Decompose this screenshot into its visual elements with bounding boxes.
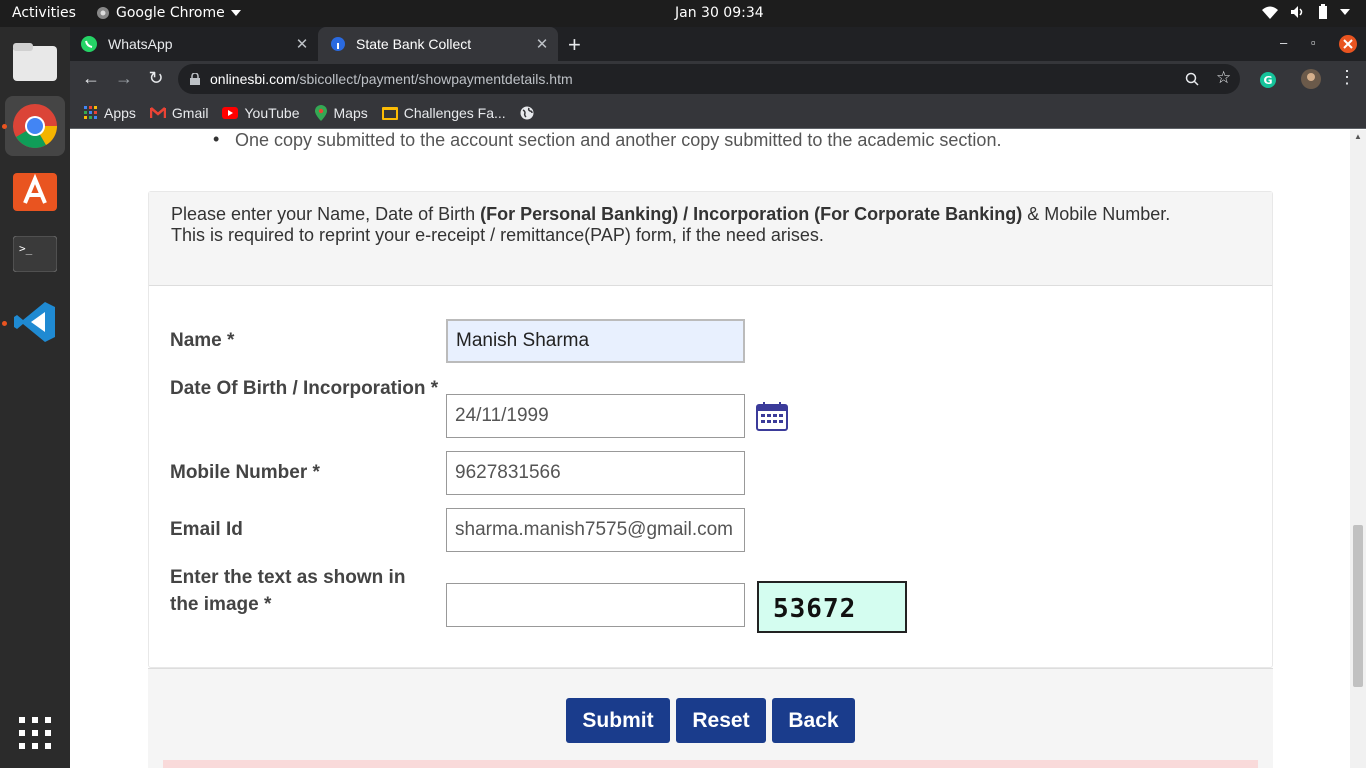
chrome-icon	[13, 104, 57, 148]
svg-text:>_: >_	[19, 242, 33, 255]
apps-grid-icon	[19, 717, 51, 749]
tab-whatsapp[interactable]: WhatsApp ✕	[80, 27, 318, 61]
system-top-bar: Activities Google Chrome Jan 30 09:34	[0, 0, 1366, 27]
battery-icon	[1319, 4, 1327, 19]
vscode-app[interactable]	[5, 292, 65, 352]
maximize-button[interactable]: ▫	[1311, 35, 1316, 50]
name-label: Name *	[170, 330, 235, 351]
minimize-button[interactable]: –	[1280, 35, 1287, 50]
grammarly-icon[interactable]: G	[1259, 71, 1277, 89]
sbi-favicon-icon	[331, 37, 345, 51]
chrome-app[interactable]	[5, 96, 65, 156]
bookmark-globe[interactable]	[520, 106, 534, 120]
page-content: One copy submitted to the account sectio…	[70, 130, 1350, 768]
vscode-icon	[14, 302, 55, 342]
alert-strip	[163, 760, 1258, 768]
tab-title: State Bank Collect	[356, 36, 472, 52]
close-icon[interactable]: ✕	[532, 35, 552, 53]
app-menu-label: Google Chrome	[116, 5, 225, 21]
captcha-input[interactable]	[446, 583, 745, 627]
bookmark-gmail[interactable]: Gmail	[149, 104, 209, 121]
folder-icon	[381, 106, 398, 120]
bookmarks-bar: Apps Gmail YouTube Maps Challenges Fa...	[70, 97, 1366, 129]
maps-icon	[314, 104, 327, 121]
forward-arrow-icon[interactable]: →	[113, 68, 135, 89]
captcha-label: Enter the text as shown in the image *	[170, 567, 406, 615]
star-icon[interactable]: ☆	[1216, 68, 1231, 88]
system-tray[interactable]	[1262, 4, 1350, 20]
submit-button[interactable]: Submit	[566, 698, 670, 743]
apps-grid-icon	[84, 105, 97, 119]
name-input[interactable]	[446, 319, 745, 363]
menu-kebab-icon[interactable]: ⋮	[1338, 67, 1356, 88]
reload-icon[interactable]: ↻	[145, 68, 167, 89]
bookmark-maps[interactable]: Maps	[314, 104, 368, 121]
files-app[interactable]	[5, 32, 65, 92]
terminal-icon: >_	[13, 236, 57, 272]
close-window-button[interactable]	[1338, 34, 1358, 54]
running-indicator	[2, 321, 7, 326]
activities-button[interactable]: Activities	[12, 5, 76, 21]
url-host: onlinesbi.com	[210, 71, 296, 87]
youtube-icon	[222, 106, 239, 119]
new-tab-button[interactable]: +	[568, 32, 581, 58]
scrollbar-thumb[interactable]	[1353, 525, 1363, 687]
captcha-image: 53672	[757, 581, 907, 633]
url-path: /sbicollect/payment/showpaymentdetails.h…	[295, 71, 573, 87]
mobile-label: Mobile Number *	[170, 462, 320, 483]
software-app[interactable]	[5, 160, 65, 220]
intro-bold-text: (For Personal Banking) / Incorporation (…	[480, 204, 1023, 224]
clock[interactable]: Jan 30 09:34	[675, 5, 764, 21]
email-input[interactable]	[446, 508, 745, 552]
lock-icon	[190, 73, 200, 85]
wifi-icon	[1262, 6, 1278, 19]
instruction-bullet: One copy submitted to the account sectio…	[213, 130, 1001, 151]
chevron-down-icon	[230, 10, 241, 16]
address-bar[interactable]: onlinesbi.com/sbicollect/payment/showpay…	[178, 64, 1240, 94]
files-icon	[13, 43, 57, 81]
email-label: Email Id	[170, 519, 243, 540]
back-arrow-icon[interactable]: ←	[80, 68, 102, 89]
close-icon[interactable]: ✕	[292, 35, 312, 53]
bookmark-label: Challenges Fa...	[403, 104, 506, 121]
chevron-down-icon	[1340, 9, 1350, 15]
back-button[interactable]: Back	[772, 698, 855, 743]
app-menu[interactable]: Google Chrome	[96, 5, 241, 21]
bookmark-label: YouTube	[244, 104, 300, 121]
bookmark-challenges[interactable]: Challenges Fa...	[381, 104, 506, 121]
volume-icon	[1291, 6, 1303, 18]
globe-icon	[520, 106, 534, 119]
tab-state-bank-collect[interactable]: State Bank Collect ✕	[318, 27, 558, 61]
dob-input[interactable]	[446, 394, 745, 438]
bookmark-label: Maps	[333, 104, 368, 121]
browser-toolbar: ← → ↻ onlinesbi.com/sbicollect/payment/s…	[70, 61, 1366, 97]
intro-note: This is required to reprint your e-recei…	[171, 225, 824, 245]
show-applications[interactable]	[5, 703, 65, 763]
reset-button[interactable]: Reset	[676, 698, 766, 743]
panel-header: Please enter your Name, Date of Birth (F…	[149, 192, 1272, 286]
bookmark-apps[interactable]: Apps	[84, 105, 136, 121]
profile-avatar[interactable]	[1300, 68, 1322, 90]
gmail-icon	[149, 106, 166, 118]
page-scrollbar[interactable]: ▲	[1350, 130, 1366, 768]
dock: >_	[0, 27, 70, 768]
tab-title: WhatsApp	[108, 36, 173, 52]
zoom-icon[interactable]	[1185, 72, 1199, 86]
svg-text:G: G	[1264, 74, 1273, 87]
intro-text: Please enter your Name, Date of Birth	[171, 204, 481, 224]
mobile-input[interactable]	[446, 451, 745, 495]
intro-text-end: & Mobile Number.	[1022, 204, 1171, 224]
software-store-icon	[13, 173, 57, 211]
running-indicator	[2, 124, 7, 129]
terminal-app[interactable]: >_	[5, 224, 65, 284]
bookmark-label: Apps	[104, 104, 136, 121]
dob-label: Date Of Birth / Incorporation *	[170, 378, 439, 399]
whatsapp-icon	[81, 36, 97, 52]
chrome-small-icon	[97, 7, 109, 19]
bookmark-youtube[interactable]: YouTube	[222, 104, 300, 121]
tab-strip: WhatsApp ✕ State Bank Collect ✕ + – ▫	[70, 27, 1366, 61]
scroll-up-icon[interactable]: ▲	[1354, 132, 1362, 141]
calendar-icon[interactable]	[756, 401, 788, 431]
bookmark-label: Gmail	[171, 104, 209, 121]
